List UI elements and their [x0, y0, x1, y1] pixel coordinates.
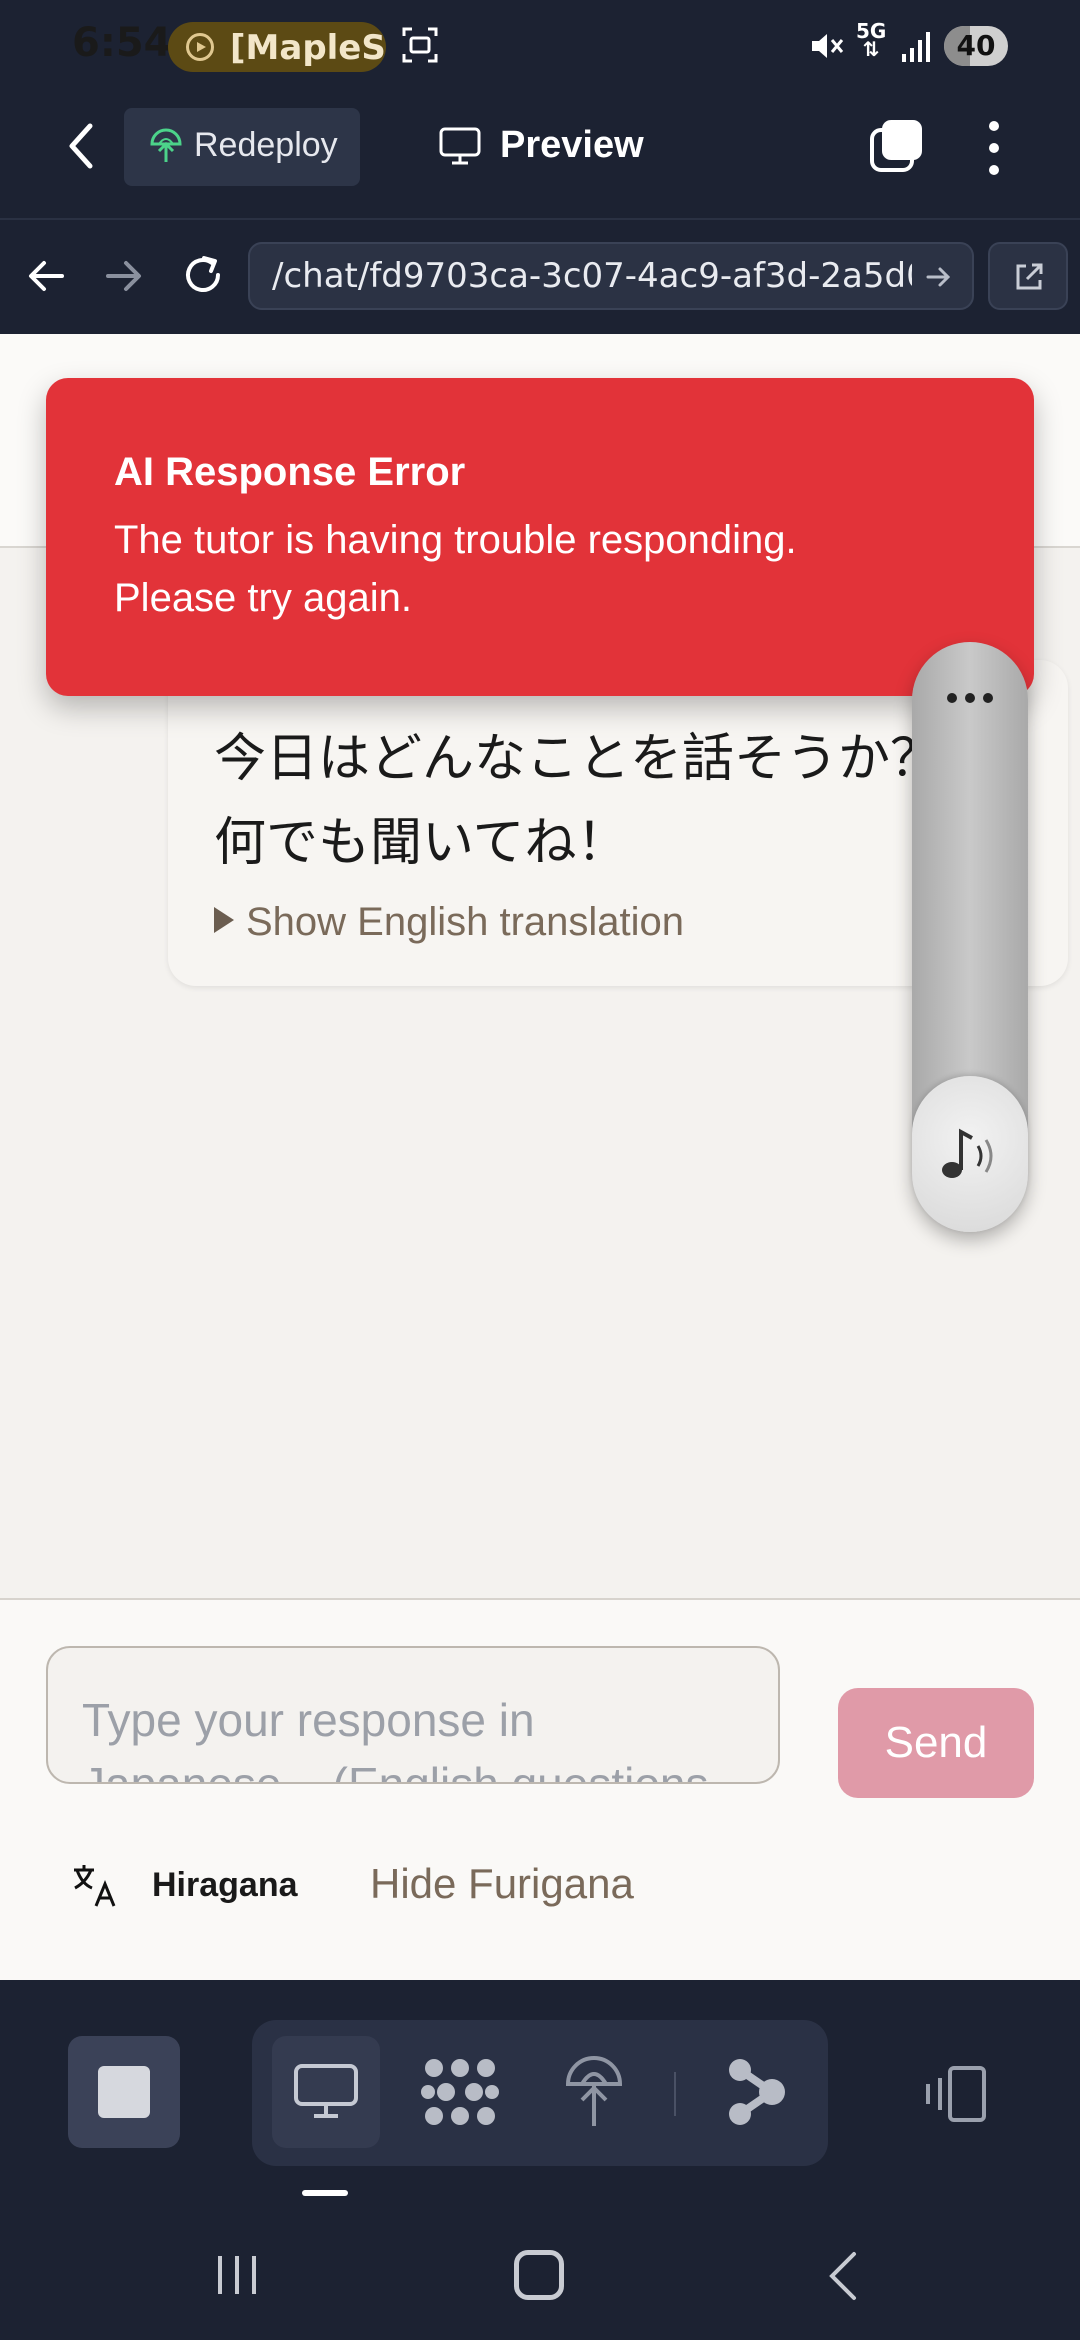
error-title: AI Response Error: [114, 450, 466, 494]
redeploy-label: Redeploy: [194, 126, 338, 164]
response-input-placeholder: Type your response in Japanese... (Engli…: [82, 1694, 709, 1784]
disclosure-triangle-icon: [214, 907, 234, 933]
screenshot-icon: [402, 27, 438, 63]
dock-tab-preview[interactable]: [272, 2036, 380, 2148]
tutor-message-line: 今日はどんなことを話そうか？: [214, 729, 943, 789]
device-frame-icon[interactable]: [922, 2064, 990, 2124]
media-play-icon: [186, 33, 214, 61]
tabs-icon[interactable]: [868, 116, 926, 174]
signal-icon: [902, 32, 930, 62]
script-mode-label[interactable]: Hiragana: [152, 1866, 298, 1905]
deploy-icon: [150, 128, 182, 162]
network-type-label: 5G: [856, 19, 887, 43]
arrow-left-icon[interactable]: [22, 252, 70, 300]
tutor-message-line: 何でも聞いてね！: [214, 813, 629, 873]
go-arrow-icon[interactable]: [924, 262, 954, 292]
preview-tab[interactable]: Preview: [434, 120, 674, 176]
arrow-right-icon[interactable]: [100, 252, 148, 300]
mute-icon: [812, 34, 844, 58]
more-horizontal-icon[interactable]: [944, 690, 996, 706]
url-text: /chat/fd9703ca-3c07-4ac9-af3d-2a5d0b8: [272, 256, 912, 296]
recent-apps-icon[interactable]: [214, 2254, 260, 2296]
battery-indicator: 40: [944, 26, 1008, 66]
share-branch-icon[interactable]: [726, 2058, 786, 2126]
music-note-sound-icon: [942, 1128, 993, 1178]
hide-furigana-toggle[interactable]: Hide Furigana: [370, 1860, 634, 1908]
battery-level: 40: [956, 29, 996, 62]
open-external-button[interactable]: [988, 242, 1068, 310]
dock-apps-icon[interactable]: [420, 2056, 500, 2128]
deploy-icon[interactable]: [562, 2054, 626, 2130]
dock-separator: [674, 2072, 676, 2116]
stop-icon: [98, 2066, 150, 2118]
preview-label: Preview: [500, 124, 644, 166]
show-translation-toggle[interactable]: Show English translation: [214, 900, 684, 945]
error-message: Please try again.: [114, 576, 412, 620]
monitor-icon: [294, 2064, 358, 2118]
translate-icon[interactable]: [72, 1862, 118, 1908]
monitor-icon: [439, 127, 481, 165]
now-playing-text: [MapleSt: [230, 28, 386, 68]
status-time: 6:54: [72, 20, 172, 66]
external-link-icon: [1016, 263, 1043, 290]
now-playing-pill[interactable]: [MapleSt: [168, 22, 386, 72]
audio-play-button[interactable]: [912, 1076, 1028, 1232]
show-translation-label: Show English translation: [246, 900, 685, 944]
redeploy-button[interactable]: Redeploy: [124, 108, 360, 186]
system-back-icon[interactable]: [826, 2250, 860, 2302]
more-vertical-icon[interactable]: [978, 118, 1010, 178]
active-tab-indicator: [302, 2190, 348, 2196]
response-input[interactable]: Type your response in Japanese... (Engli…: [46, 1646, 780, 1784]
send-button[interactable]: Send: [838, 1688, 1034, 1798]
url-bar[interactable]: /chat/fd9703ca-3c07-4ac9-af3d-2a5d0b8: [248, 242, 974, 310]
error-message: The tutor is having trouble responding.: [114, 518, 797, 562]
network-type-badge: 5G ⇅: [856, 19, 887, 61]
stop-button[interactable]: [68, 2036, 180, 2148]
back-chevron-icon[interactable]: [60, 120, 104, 172]
reload-icon[interactable]: [178, 250, 228, 300]
home-button[interactable]: [514, 2250, 564, 2300]
